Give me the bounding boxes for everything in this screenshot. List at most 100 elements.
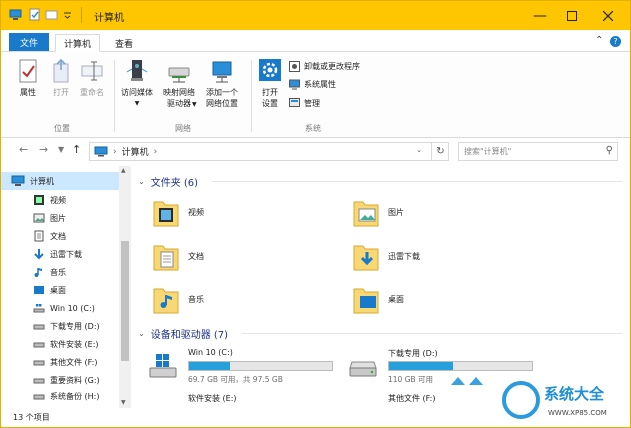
search-input[interactable]: 搜索"计算机" ⚲ bbox=[458, 142, 618, 161]
watermark-text: 系统大全 bbox=[544, 385, 605, 403]
access-media-button[interactable]: 访问媒体 ▼ bbox=[121, 58, 153, 109]
map-drive-label-1: 映射网络 bbox=[163, 88, 195, 97]
folders-section-header[interactable]: ⌄ 文件夹 (6) bbox=[138, 174, 198, 189]
manage-label: 管理 bbox=[304, 99, 320, 108]
customize-quick-access-icon[interactable] bbox=[61, 8, 74, 21]
windows-drive-icon bbox=[149, 354, 177, 378]
folders-section-title: 文件夹 (6) bbox=[150, 178, 199, 189]
open-button[interactable]: 打开 bbox=[50, 58, 72, 98]
folder-pictures[interactable]: 图片 bbox=[352, 196, 404, 228]
computer-icon[interactable] bbox=[9, 8, 22, 21]
map-network-drive-button[interactable]: 映射网络 驱动器 bbox=[163, 58, 195, 109]
collapse-chevron-icon[interactable]: ⌄ bbox=[138, 177, 145, 186]
drive-usage-fill bbox=[389, 362, 454, 370]
refresh-button[interactable]: ↻ bbox=[431, 142, 449, 161]
help-icon[interactable]: ? bbox=[610, 36, 621, 47]
ribbon: 属性 打开 重命名 位置 访问媒体 ▼ 映射网络 驱动器 添加一个 网络位置 ▼ … bbox=[1, 52, 630, 138]
uninstall-label: 卸载或更改程序 bbox=[304, 62, 360, 71]
nav-item-drive-c[interactable]: Win 10 (C:) bbox=[1, 299, 119, 317]
system-properties-button[interactable]: 系统属性 bbox=[289, 79, 336, 90]
back-arrow-icon[interactable]: ← bbox=[19, 143, 28, 156]
properties-quick-icon[interactable] bbox=[28, 8, 41, 21]
tab-view[interactable]: 查看 bbox=[107, 34, 141, 52]
hard-drive-icon bbox=[33, 342, 45, 348]
site-watermark: 系统大全 WWW.XP85.COM bbox=[496, 379, 630, 427]
access-media-label: 访问媒体 bbox=[121, 88, 153, 97]
folder-videos[interactable]: 视频 bbox=[152, 196, 204, 228]
nav-item-drive-d[interactable]: 下载专用 (D:) bbox=[1, 317, 119, 335]
music-note-icon bbox=[34, 268, 42, 277]
manage-button[interactable]: 管理 bbox=[289, 98, 320, 109]
computer-icon bbox=[11, 175, 25, 186]
system-properties-icon bbox=[289, 79, 300, 90]
maximize-button[interactable] bbox=[554, 1, 590, 30]
new-folder-quick-icon[interactable] bbox=[45, 8, 58, 21]
properties-button[interactable]: 属性 bbox=[17, 58, 39, 98]
open-settings-label-2: 设置 bbox=[262, 99, 278, 108]
tab-file[interactable]: 文件 bbox=[9, 33, 49, 51]
address-path: 计算机 bbox=[121, 148, 149, 158]
scroll-down-arrow-icon[interactable]: ▼ bbox=[121, 399, 126, 406]
drive-name: 软件安装 (E:) bbox=[188, 394, 237, 403]
window-title: 计算机 bbox=[94, 13, 124, 24]
drives-section-header[interactable]: ⌄ 设备和驱动器 (7) bbox=[138, 326, 228, 341]
open-settings-button[interactable]: 打开 设置 bbox=[258, 58, 282, 109]
collapse-ribbon-icon[interactable]: ⌃ bbox=[595, 35, 603, 46]
rename-button[interactable]: 重命名 bbox=[80, 58, 104, 98]
folder-thunder-downloads[interactable]: 迅雷下载 bbox=[352, 240, 420, 272]
drive-usage-fill bbox=[189, 362, 231, 370]
title-bar: 计算机 — bbox=[1, 1, 630, 30]
up-arrow-icon[interactable]: ↑ bbox=[72, 143, 81, 156]
tab-computer[interactable]: 计算机 bbox=[55, 34, 101, 52]
open-icon bbox=[53, 58, 69, 83]
system-properties-label: 系统属性 bbox=[304, 80, 336, 89]
close-button[interactable] bbox=[590, 1, 626, 30]
video-icon bbox=[34, 195, 44, 205]
nav-item-drive-h[interactable]: 系统备份 (H:) bbox=[1, 389, 119, 403]
pictures-icon bbox=[33, 213, 45, 223]
folder-music[interactable]: 音乐 bbox=[152, 283, 204, 315]
watermark-logo-icon bbox=[502, 381, 540, 419]
open-label: 打开 bbox=[53, 88, 69, 97]
hard-drive-icon bbox=[349, 361, 377, 377]
drive-f[interactable]: 其他文件 (F:) bbox=[348, 393, 518, 407]
uninstall-program-button[interactable]: 卸载或更改程序 bbox=[289, 61, 360, 72]
recent-locations-icon[interactable]: ▼ bbox=[58, 145, 64, 154]
search-icon: ⚲ bbox=[605, 145, 613, 156]
system-group-label: 系统 bbox=[305, 124, 321, 133]
drive-c[interactable]: Win 10 (C:) 69.7 GB 可用，共 97.5 GB bbox=[148, 348, 333, 398]
add-network-location-button[interactable]: 添加一个 网络位置 bbox=[206, 58, 238, 109]
folder-desktop[interactable]: 桌面 bbox=[352, 283, 404, 315]
forward-arrow-icon[interactable]: → bbox=[39, 143, 48, 156]
address-dropdown-icon[interactable]: ⌄ bbox=[416, 146, 422, 154]
nav-item-desktop[interactable]: 桌面 bbox=[1, 281, 119, 299]
nav-pane-scroll-thumb[interactable] bbox=[121, 241, 129, 361]
scroll-up-arrow-icon[interactable]: ▲ bbox=[121, 167, 126, 174]
network-drive-icon bbox=[168, 67, 190, 83]
address-input[interactable]: › 计算机 › ⌄ bbox=[89, 142, 449, 161]
drive-usage-bar bbox=[188, 361, 333, 371]
explorer-window: 计算机 — 文件 计算机 查看 ⌃ ? 属性 打开 重命名 位置 访问媒体▼ bbox=[0, 0, 631, 428]
decorative-shape-icon bbox=[451, 377, 483, 385]
nav-item-thunder-downloads[interactable]: 迅雷下载 bbox=[1, 245, 119, 263]
nav-item-videos[interactable]: 视频 bbox=[1, 191, 119, 209]
collapse-chevron-icon[interactable]: ⌄ bbox=[138, 329, 145, 338]
add-location-label-2: 网络位置 bbox=[206, 99, 238, 108]
properties-icon bbox=[19, 59, 37, 83]
nav-item-documents[interactable]: 文档 bbox=[1, 227, 119, 245]
minimize-button[interactable]: — bbox=[522, 1, 558, 30]
drive-space-info: 69.7 GB 可用，共 97.5 GB bbox=[188, 375, 283, 384]
drive-d[interactable]: 下载专用 (D:) 110 GB 可用 bbox=[348, 348, 533, 398]
nav-item-pictures[interactable]: 图片 bbox=[1, 209, 119, 227]
desktop-icon bbox=[34, 286, 44, 294]
nav-item-music[interactable]: 音乐 bbox=[1, 263, 119, 281]
folder-documents[interactable]: 文档 bbox=[152, 240, 204, 272]
nav-item-drive-e[interactable]: 软件安装 (E:) bbox=[1, 335, 119, 353]
drive-e[interactable]: 软件安装 (E:) bbox=[148, 393, 318, 407]
nav-item-computer[interactable]: 计算机 bbox=[1, 172, 119, 190]
hard-drive-icon bbox=[33, 360, 45, 366]
add-location-label-1: 添加一个 bbox=[206, 88, 238, 97]
settings-gear-icon bbox=[259, 59, 281, 81]
nav-item-drive-g[interactable]: 重要资料 (G:) bbox=[1, 371, 119, 389]
nav-item-drive-f[interactable]: 其他文件 (F:) bbox=[1, 353, 119, 371]
